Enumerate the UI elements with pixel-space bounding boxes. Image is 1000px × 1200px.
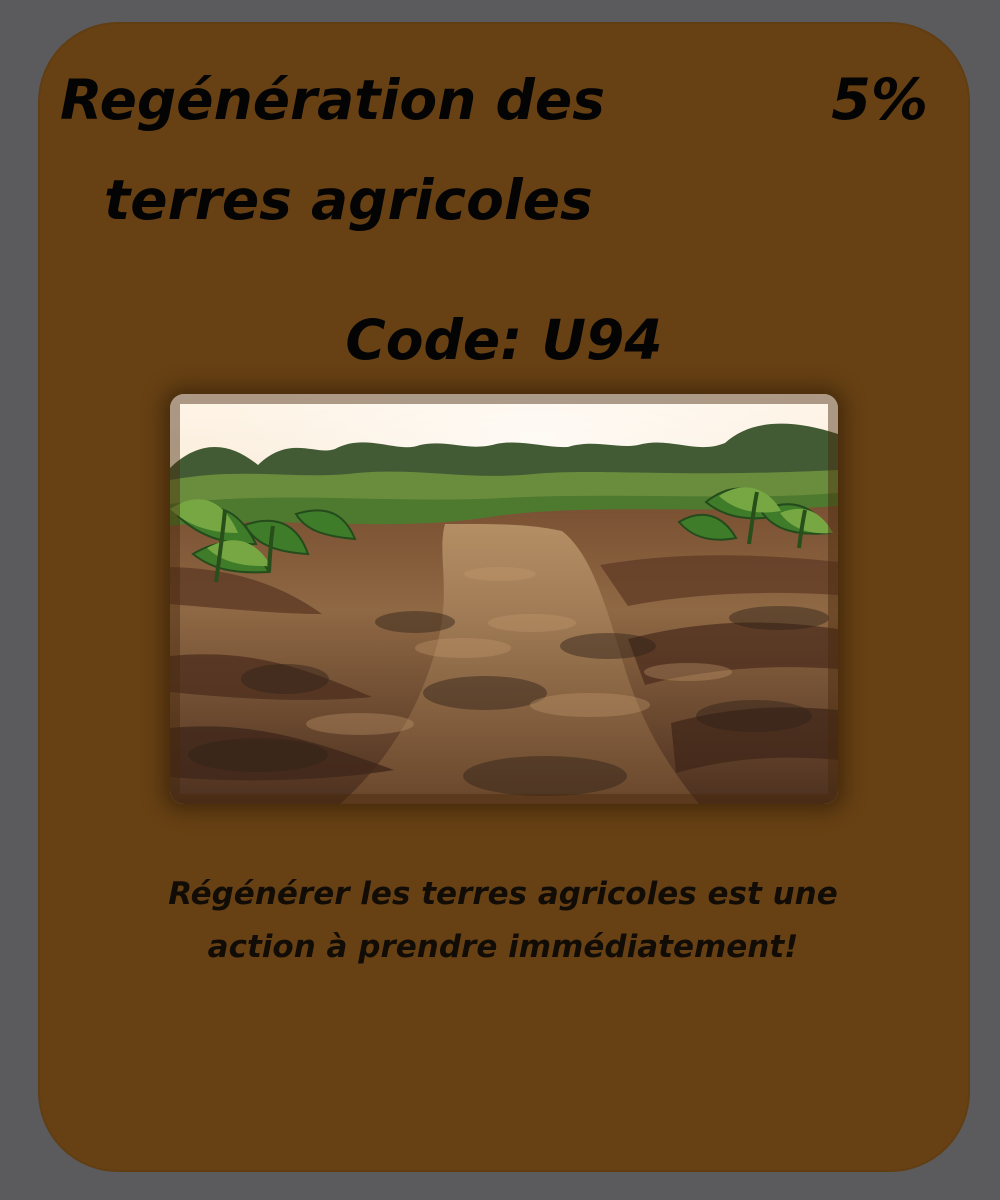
card-code: Code: U94 [345,308,663,372]
percentage-badge: 5% [831,67,928,133]
title-line-2: terres agricoles [104,168,593,232]
field-photo-icon [170,394,838,804]
agricultural-field-image [170,394,838,804]
card-title: Regénération des terres agricoles [60,50,760,250]
card-description: Régénérer les terres agricoles est une a… [168,876,838,965]
game-card: Regénération des terres agricoles 5% Cod… [38,22,970,1172]
title-line-1: Regénération des [60,68,605,132]
